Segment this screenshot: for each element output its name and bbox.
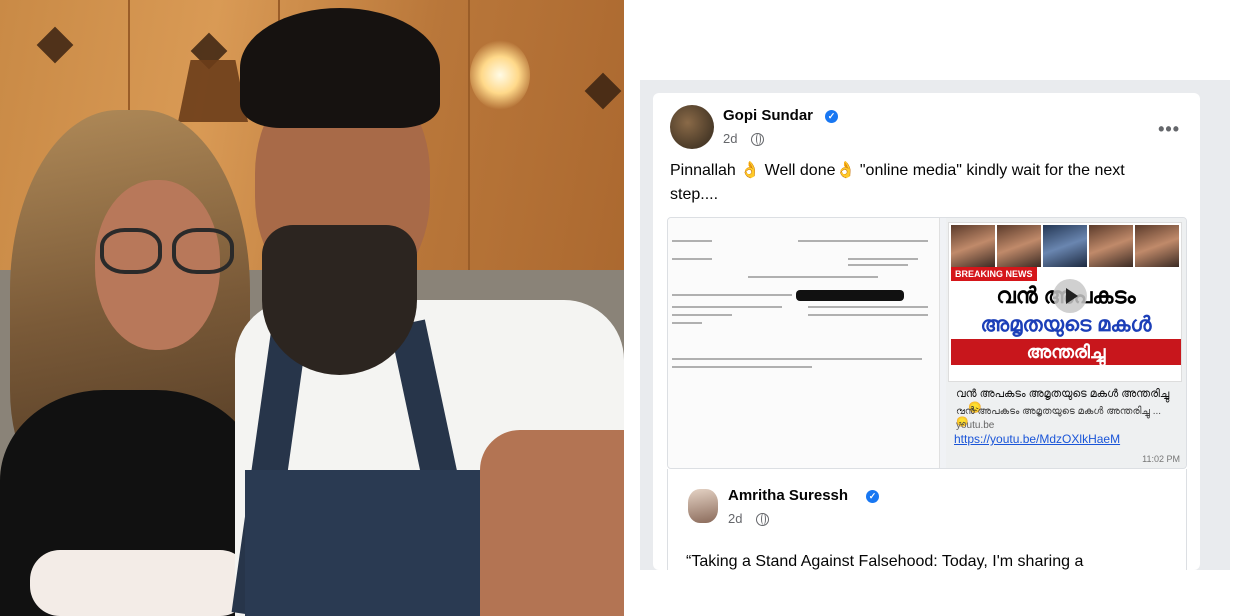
post-time[interactable]: 2d [723,131,737,146]
overalls [245,470,485,616]
post-text: Pinnallah 👌 Well done👌 "online media" ki… [670,162,1125,203]
document-scan [668,218,940,468]
shared-author-name[interactable]: Amritha Suressh [728,487,848,504]
post-image[interactable]: BREAKING NEWS വൻ അപകടം അമൃതയുടെ മകൾ അന്ത… [667,217,1187,469]
shared-post-time[interactable]: 2d [728,511,742,526]
man-beard [262,225,417,375]
collage: Gopi Sundar ✓ 2d ••• Pinnallah 👌 Well do… [0,0,1248,616]
shared-post[interactable]: Amritha Suressh ✓ 2d “Taking a Stand Aga… [667,469,1187,570]
man-arm [480,430,624,616]
headline-line-3: അന്തരിച്ചു [951,339,1181,365]
thumbnail-faces [951,225,1181,267]
globe-icon [756,513,769,526]
shared-post-text: “Taking a Stand Against Falsehood: Today… [686,553,1084,570]
woman-arm [30,550,250,616]
verified-icon: ✓ [866,490,879,503]
globe-icon [751,133,764,146]
breaking-news-label: BREAKING NEWS [951,267,1037,281]
redaction-bar [796,290,904,301]
whatsapp-message: BREAKING NEWS വൻ അപകടം അമൃതയുടെ മകൾ അന്ത… [946,218,1186,468]
message-time: 11:02 PM [1142,454,1180,464]
ceiling-light [470,40,530,110]
post-card: Gopi Sundar ✓ 2d ••• Pinnallah 👌 Well do… [653,93,1200,570]
author-name[interactable]: Gopi Sundar [723,107,813,124]
shared-author-avatar[interactable] [688,489,718,523]
video-thumbnail[interactable]: BREAKING NEWS വൻ അപകടം അമൃതയുടെ മകൾ അന്ത… [948,222,1182,382]
youtube-link[interactable]: https://youtu.be/MdzOXlkHaeM [954,432,1120,446]
facebook-screenshot: Gopi Sundar ✓ 2d ••• Pinnallah 👌 Well do… [640,80,1230,570]
verified-icon: ✓ [825,110,838,123]
link-domain: youtu.be [956,420,995,431]
selfie-photo [0,0,624,616]
man-hair [240,8,440,128]
play-icon[interactable] [1053,279,1087,313]
glasses [100,228,240,274]
headline-line-2: അമൃതയുടെ മകൾ [980,313,1152,336]
wall-ornament [584,72,622,110]
more-options-icon[interactable]: ••• [1158,119,1180,140]
author-avatar[interactable] [670,105,714,149]
